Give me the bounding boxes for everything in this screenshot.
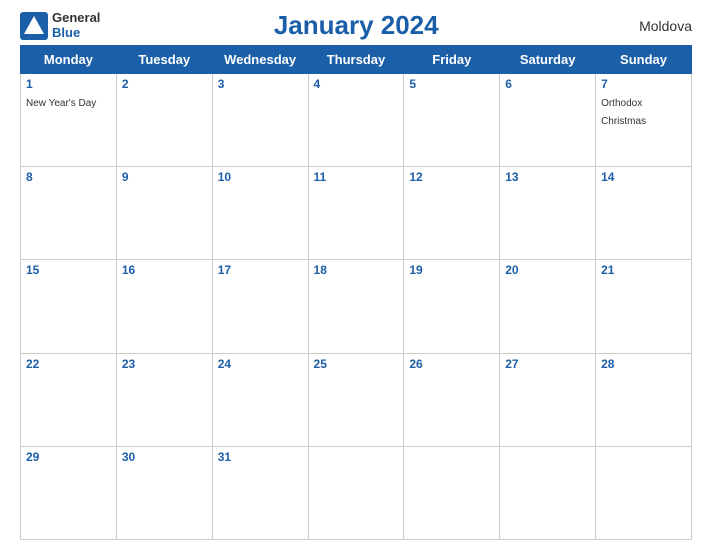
weekday-header-friday: Friday (404, 46, 500, 74)
day-number: 17 (218, 263, 303, 277)
day-number: 9 (122, 170, 207, 184)
day-number: 30 (122, 450, 207, 464)
calendar-cell: 21 (596, 260, 692, 353)
weekday-header-saturday: Saturday (500, 46, 596, 74)
calendar-cell: 2 (116, 74, 212, 167)
calendar-cell: 28 (596, 353, 692, 446)
calendar-cell: 7 Orthodox Christmas (596, 74, 692, 167)
calendar-cell: 12 (404, 167, 500, 260)
day-number: 8 (26, 170, 111, 184)
calendar-cell: 24 (212, 353, 308, 446)
day-number: 14 (601, 170, 686, 184)
calendar-title: January 2024 (100, 10, 612, 41)
weekday-header-sunday: Sunday (596, 46, 692, 74)
calendar-cell: 31 (212, 446, 308, 539)
calendar-cell: 20 (500, 260, 596, 353)
week-row-1: 1 New Year's Day 234567 Orthodox Christmas (21, 74, 692, 167)
day-number: 12 (409, 170, 494, 184)
calendar-cell: 25 (308, 353, 404, 446)
day-number: 20 (505, 263, 590, 277)
day-number: 1 (26, 77, 111, 91)
weekday-header-thursday: Thursday (308, 46, 404, 74)
logo: General Blue (20, 11, 100, 40)
logo-blue: Blue (52, 26, 100, 40)
calendar-cell: 13 (500, 167, 596, 260)
day-number: 26 (409, 357, 494, 371)
generalblue-logo-icon (20, 12, 48, 40)
calendar-cell: 8 (21, 167, 117, 260)
day-number: 29 (26, 450, 111, 464)
calendar-cell: 16 (116, 260, 212, 353)
day-number: 22 (26, 357, 111, 371)
day-number: 25 (314, 357, 399, 371)
week-row-3: 15 16 17 18 19 20 21 (21, 260, 692, 353)
logo-general: General (52, 11, 100, 25)
day-number: 6 (505, 77, 590, 91)
calendar-cell: 11 (308, 167, 404, 260)
calendar-cell: 3 (212, 74, 308, 167)
day-number: 28 (601, 357, 686, 371)
top-bar: General Blue January 2024 Moldova (20, 10, 692, 41)
calendar-cell: 27 (500, 353, 596, 446)
calendar-cell: 30 (116, 446, 212, 539)
calendar-cell: 19 (404, 260, 500, 353)
day-number: 2 (122, 77, 207, 91)
calendar-cell (500, 446, 596, 539)
holiday-label: New Year's Day (26, 98, 96, 109)
day-number: 23 (122, 357, 207, 371)
day-number: 15 (26, 263, 111, 277)
calendar-cell (596, 446, 692, 539)
weekday-header-row: MondayTuesdayWednesdayThursdayFridaySatu… (21, 46, 692, 74)
day-number: 24 (218, 357, 303, 371)
calendar-cell: 14 (596, 167, 692, 260)
day-number: 18 (314, 263, 399, 277)
day-number: 5 (409, 77, 494, 91)
day-number: 13 (505, 170, 590, 184)
day-number: 3 (218, 77, 303, 91)
week-row-2: 89 10 11 12 13 14 (21, 167, 692, 260)
calendar-cell: 15 (21, 260, 117, 353)
calendar-cell: 9 (116, 167, 212, 260)
calendar-cell: 4 (308, 74, 404, 167)
country-label: Moldova (612, 18, 692, 34)
day-number: 21 (601, 263, 686, 277)
calendar-cell: 22 (21, 353, 117, 446)
calendar-cell: 18 (308, 260, 404, 353)
day-number: 19 (409, 263, 494, 277)
day-number: 27 (505, 357, 590, 371)
logo-text: General Blue (52, 11, 100, 40)
day-number: 16 (122, 263, 207, 277)
day-number: 11 (314, 170, 399, 184)
calendar-table: MondayTuesdayWednesdayThursdayFridaySatu… (20, 45, 692, 540)
calendar-cell: 5 (404, 74, 500, 167)
day-number: 4 (314, 77, 399, 91)
day-number: 31 (218, 450, 303, 464)
week-row-5: 29 30 31 (21, 446, 692, 539)
calendar-cell: 23 (116, 353, 212, 446)
week-row-4: 22 23 24 25 26 27 28 (21, 353, 692, 446)
calendar-cell: 17 (212, 260, 308, 353)
calendar-cell: 29 (21, 446, 117, 539)
weekday-header-monday: Monday (21, 46, 117, 74)
weekday-header-wednesday: Wednesday (212, 46, 308, 74)
calendar-cell: 26 (404, 353, 500, 446)
day-number: 10 (218, 170, 303, 184)
weekday-header-tuesday: Tuesday (116, 46, 212, 74)
holiday-label: Orthodox Christmas (601, 98, 646, 127)
day-number: 7 (601, 77, 686, 91)
calendar-cell: 10 (212, 167, 308, 260)
calendar-cell: 6 (500, 74, 596, 167)
calendar-cell: 1 New Year's Day (21, 74, 117, 167)
calendar-cell (308, 446, 404, 539)
calendar-cell (404, 446, 500, 539)
